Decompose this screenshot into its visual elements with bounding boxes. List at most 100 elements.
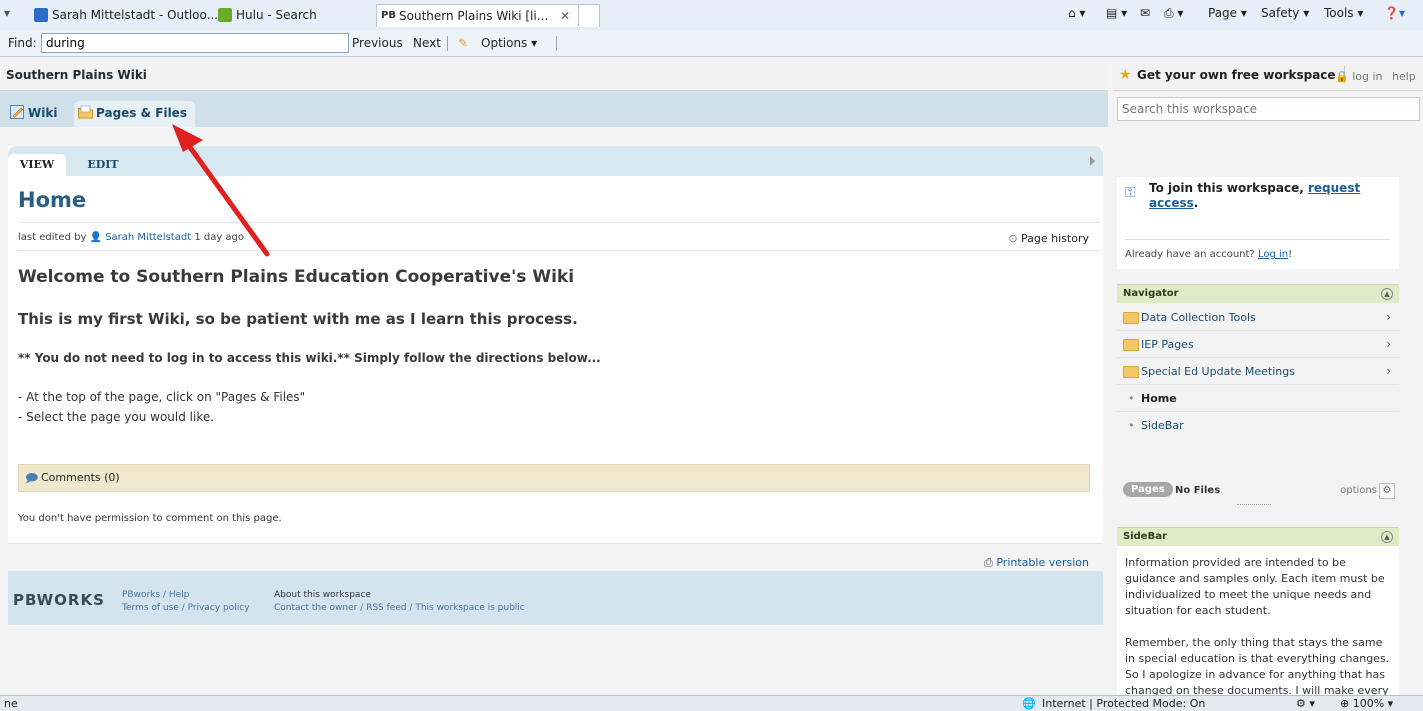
tab-label: Pages & Files [96, 106, 187, 120]
globe-icon: 🌐 [1022, 697, 1036, 710]
page-menu[interactable]: Page ▾ [1208, 6, 1247, 20]
folder-icon [1123, 312, 1139, 324]
browser-tab-outlook[interactable]: Sarah Mittelstadt - Outloo... [30, 4, 232, 26]
site-title[interactable]: Southern Plains Wiki [6, 68, 147, 82]
edited-time: 1 day ago [194, 232, 245, 243]
tab-edit[interactable]: EDIT [78, 154, 128, 176]
resize-handle[interactable] [1237, 504, 1271, 507]
print-icon[interactable]: ⎙ ▾ [1164, 6, 1183, 21]
tab-label: Sarah Mittelstadt - Outloo... [52, 8, 219, 22]
nav-item-label: SideBar [1141, 419, 1184, 432]
files-toggle[interactable]: No Files [1175, 485, 1220, 496]
printable-label: Printable version [996, 556, 1089, 569]
nav-page-sidebar[interactable]: • SideBar [1117, 412, 1399, 438]
page-heading-welcome: Welcome to Southern Plains Education Coo… [18, 267, 575, 287]
sidebar-panel: SideBar ▲ Information provided are inten… [1117, 527, 1399, 695]
join-workspace-box: ⚿ To join this workspace, request access… [1117, 177, 1399, 269]
instruction-line: - At the top of the page, click on "Page… [18, 390, 306, 404]
gear-icon[interactable]: ⚙ [1379, 483, 1395, 499]
chevron-right-icon: › [1386, 337, 1391, 351]
page-title: Home [18, 188, 87, 212]
collapse-icon[interactable]: ▲ [1381, 531, 1393, 543]
footer-terms-links[interactable]: Terms of use / Privacy policy [122, 603, 250, 613]
login-link[interactable]: Log in [1258, 249, 1288, 260]
safety-menu[interactable]: Safety ▾ [1261, 6, 1309, 20]
nav-item-label: IEP Pages [1141, 338, 1194, 351]
footer: PBWORKS PBworks / Help Terms of use / Pr… [8, 571, 1103, 625]
folder-icon [1123, 339, 1139, 351]
find-input[interactable] [41, 33, 349, 53]
tab-label: Southern Plains Wiki [li... [399, 9, 549, 23]
nav-folder-data-collection[interactable]: Data Collection Tools › [1117, 304, 1399, 331]
help-link[interactable]: help [1392, 70, 1416, 83]
read-mail-icon[interactable]: ✉ [1140, 6, 1150, 20]
workspace-search-input[interactable] [1117, 97, 1420, 121]
login-help-links: 🔒 log in help [1335, 70, 1416, 83]
login-link[interactable]: log in [1352, 70, 1382, 83]
nav-page-home[interactable]: • Home [1117, 385, 1399, 412]
divider [1125, 239, 1390, 240]
already-text: Already have an account? [1125, 249, 1255, 260]
editor-link[interactable]: Sarah Mittelstadt [105, 232, 191, 243]
close-tab-icon[interactable]: ✕ [560, 9, 570, 23]
page-heading-first-wiki: This is my first Wiki, so be patient wit… [18, 310, 578, 328]
tab-wiki[interactable]: Wiki [6, 101, 65, 127]
footer-about-links[interactable]: Contact the owner / RSS feed / This work… [274, 603, 525, 613]
pbworks-logo[interactable]: PBWORKS [13, 591, 105, 609]
sidebar-paragraph: Remember, the only thing that stays the … [1125, 636, 1390, 695]
status-text: ne [4, 697, 18, 710]
highlight-icon[interactable]: ✎ [458, 36, 468, 50]
navigator-header[interactable]: Navigator ▲ [1117, 284, 1399, 303]
find-next-button[interactable]: Next [413, 36, 441, 50]
printable-version-link[interactable]: ⎙ Printable version [984, 556, 1089, 570]
tab-label: Wiki [28, 106, 58, 120]
tab-view[interactable]: VIEW [8, 154, 66, 176]
history-clock-icon: ⊙ [1008, 232, 1018, 245]
tab-label: Hulu - Search [236, 8, 317, 22]
zoom-control[interactable]: ⊕ 100% ▾ [1340, 697, 1393, 710]
nav-folder-iep-pages[interactable]: IEP Pages › [1117, 331, 1399, 358]
help-icon[interactable]: ❓▾ [1384, 6, 1405, 20]
find-previous-button[interactable]: Previous [352, 36, 403, 50]
collapse-arrow-icon[interactable] [1090, 156, 1095, 166]
protected-mode-icon[interactable]: ⚙ ▾ [1296, 697, 1315, 710]
feeds-icon[interactable]: ▤ ▾ [1106, 6, 1127, 20]
pages-toggle[interactable]: Pages [1123, 482, 1173, 497]
find-label: Find: [8, 36, 37, 50]
home-icon[interactable]: ⌂ ▾ [1068, 6, 1085, 20]
divider [447, 36, 448, 51]
key-icon: ⚿ [1125, 185, 1136, 201]
collapse-icon[interactable]: ▲ [1381, 288, 1393, 300]
sidebar-paragraph: Information provided are intended to be … [1125, 556, 1385, 617]
comment-permission-note: You don't have permission to comment on … [18, 513, 282, 524]
sidebar-header[interactable]: SideBar ▲ [1117, 527, 1399, 546]
lock-icon: 🔒 [1335, 70, 1349, 83]
find-bar: Find: Previous Next ✎ Options ▾ [0, 30, 1423, 57]
free-workspace-button[interactable]: ★ Get your own free workspace [1117, 66, 1345, 84]
tab-pages-files[interactable]: Pages & Files [74, 101, 195, 127]
browser-tab-wiki[interactable]: PB Southern Plains Wiki [li... ✕ [376, 4, 600, 27]
sidebar-title: SideBar [1123, 531, 1167, 542]
status-bar: ne 🌐 Internet | Protected Mode: On ⚙ ▾ ⊕… [0, 695, 1423, 711]
nav-folder-special-ed[interactable]: Special Ed Update Meetings › [1117, 358, 1399, 385]
instruction-line: - Select the page you would like. [18, 410, 215, 424]
edited-by-line: last edited by 👤 Sarah Mittelstadt 1 day… [18, 232, 244, 243]
nav-item-label: Special Ed Update Meetings [1141, 365, 1295, 378]
tab-list-icon[interactable]: ▾ [4, 6, 10, 20]
find-options-button[interactable]: Options ▾ [481, 36, 537, 50]
chevron-right-icon: › [1386, 310, 1391, 324]
pbworks-icon: PB [381, 10, 396, 21]
tools-menu[interactable]: Tools ▾ [1324, 6, 1363, 20]
security-zone[interactable]: Internet | Protected Mode: On [1042, 697, 1205, 710]
navigator-panel: Navigator ▲ Data Collection Tools › IEP … [1117, 284, 1399, 505]
browser-tab-hulu[interactable]: Hulu - Search [214, 4, 391, 26]
comments-bar[interactable]: 🗩 Comments (0) [18, 464, 1090, 492]
edited-prefix: last edited by [18, 232, 87, 243]
footer-help-links[interactable]: PBworks / Help [122, 590, 189, 600]
chevron-right-icon: › [1386, 364, 1391, 378]
new-tab-button[interactable] [578, 4, 605, 26]
navigator-options-link[interactable]: options [1340, 485, 1377, 496]
browser-tab-bar: ▾ Sarah Mittelstadt - Outloo... Hulu - S… [0, 0, 1423, 31]
page-history-link[interactable]: ⊙ Page history [1008, 232, 1089, 245]
free-workspace-label: Get your own free workspace [1137, 68, 1336, 82]
